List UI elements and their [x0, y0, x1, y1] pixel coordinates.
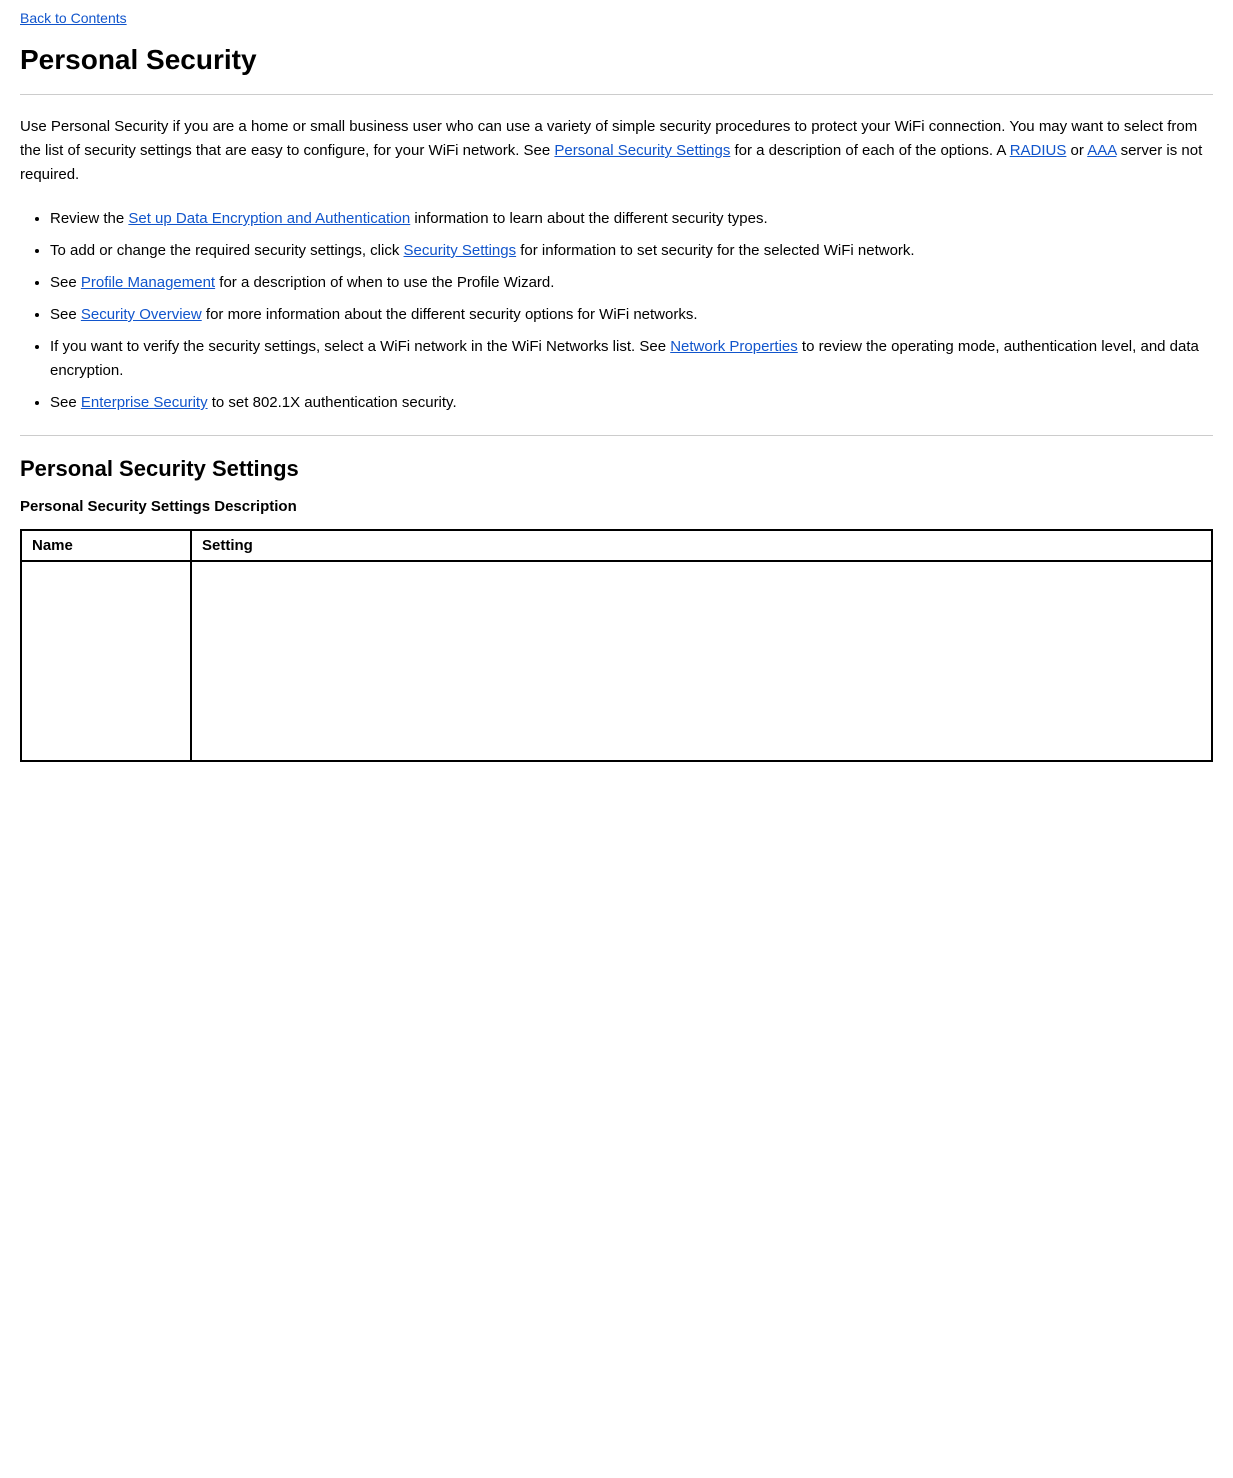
settings-table: Name Setting	[20, 529, 1213, 762]
list-item: See Security Overview for more informati…	[50, 303, 1213, 327]
profile-management-link[interactable]: Profile Management	[81, 274, 215, 291]
list-item: See Profile Management for a description…	[50, 271, 1213, 295]
table-header-setting: Setting	[191, 530, 1212, 561]
aaa-link[interactable]: AAA	[1087, 142, 1116, 159]
list-item: If you want to verify the security setti…	[50, 335, 1213, 383]
security-overview-link[interactable]: Security Overview	[81, 306, 202, 323]
table-row	[21, 561, 1212, 761]
set-up-data-encryption-link[interactable]: Set up Data Encryption and Authenticatio…	[128, 210, 410, 227]
table-header-row: Name Setting	[21, 530, 1212, 561]
table-cell-setting	[191, 561, 1212, 761]
divider-1	[20, 94, 1213, 95]
intro-paragraph: Use Personal Security if you are a home …	[20, 115, 1213, 187]
bullet-list: Review the Set up Data Encryption and Au…	[20, 207, 1213, 415]
enterprise-security-link[interactable]: Enterprise Security	[81, 394, 208, 411]
page-title: Personal Security	[20, 44, 1213, 76]
personal-security-settings-link[interactable]: Personal Security Settings	[554, 142, 730, 159]
table-cell-name	[21, 561, 191, 761]
divider-2	[20, 435, 1213, 436]
list-item: Review the Set up Data Encryption and Au…	[50, 207, 1213, 231]
network-properties-link[interactable]: Network Properties	[670, 338, 798, 355]
back-to-contents-link[interactable]: Back to Contents	[20, 10, 1213, 26]
table-header-name: Name	[21, 530, 191, 561]
list-item: To add or change the required security s…	[50, 239, 1213, 263]
radius-link[interactable]: RADIUS	[1010, 142, 1067, 159]
subsection-title: Personal Security Settings Description	[20, 498, 1213, 515]
list-item: See Enterprise Security to set 802.1X au…	[50, 391, 1213, 415]
security-settings-link[interactable]: Security Settings	[404, 242, 517, 259]
section2-title: Personal Security Settings	[20, 456, 1213, 482]
